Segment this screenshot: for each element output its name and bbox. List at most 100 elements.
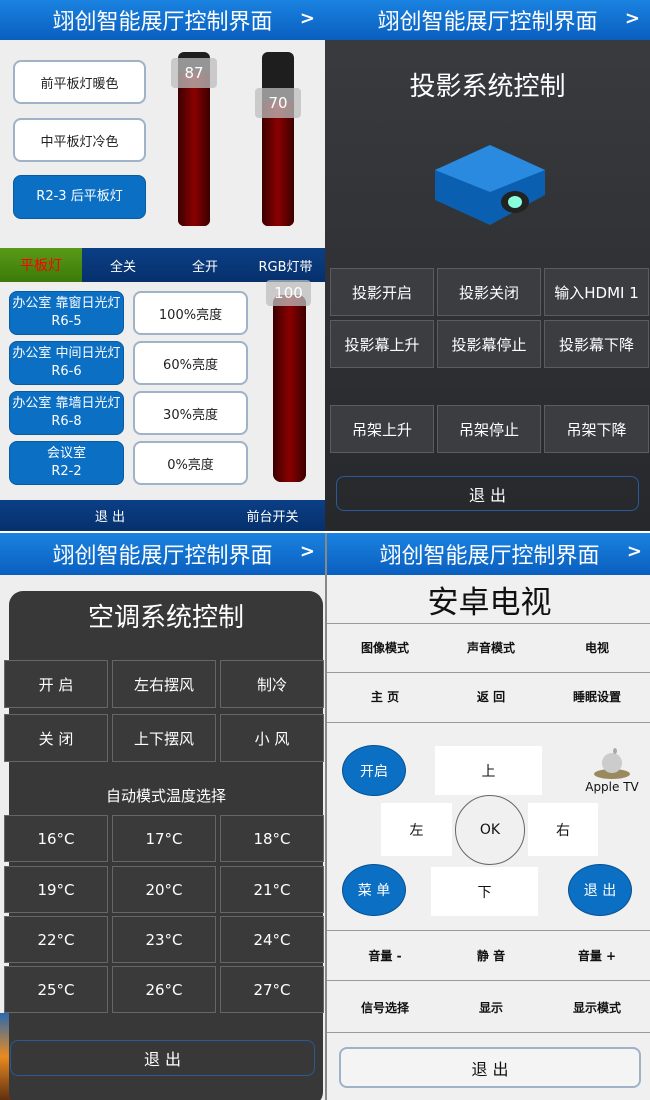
divider	[327, 623, 650, 624]
front-desk-switch-button[interactable]: 前台开关	[230, 500, 315, 531]
header: 翊创智能展厅控制界面 >	[0, 0, 325, 40]
temp-button[interactable]: 25°C	[4, 966, 108, 1013]
projector-button[interactable]: 投影开启	[330, 268, 434, 316]
light-row-button[interactable]: 办公室 靠墙日光灯 R6-8	[9, 391, 124, 435]
chevron-right-icon[interactable]: >	[627, 541, 642, 562]
slider-2-thumb[interactable]: 70	[255, 88, 301, 118]
temp-button[interactable]: 27°C	[220, 966, 324, 1013]
middle-panel-cool-button[interactable]: 中平板灯冷色	[13, 118, 146, 162]
tab-panel-light[interactable]: 平板灯	[0, 248, 82, 282]
tv-button[interactable]: 电视	[543, 627, 650, 667]
temp-button[interactable]: 21°C	[220, 866, 324, 913]
temp-button[interactable]: 23°C	[112, 916, 216, 963]
rear-panel-button[interactable]: R2-3 后平板灯	[13, 175, 146, 219]
ok-button[interactable]: OK	[455, 795, 525, 865]
divider	[327, 930, 650, 931]
temp-button[interactable]: 19°C	[4, 866, 108, 913]
front-panel-warm-button[interactable]: 前平板灯暖色	[13, 60, 146, 104]
temp-button[interactable]: 22°C	[4, 916, 108, 963]
tab-all-on[interactable]: 全开	[164, 248, 246, 282]
apple-tv-icon	[594, 748, 630, 779]
header-title: 翊创智能展厅控制界面	[52, 544, 273, 569]
down-button[interactable]: 下	[431, 867, 538, 916]
chevron-right-icon[interactable]: >	[300, 8, 315, 29]
ac-button[interactable]: 制冷	[220, 660, 324, 708]
light-row-button[interactable]: 办公室 靠窗日光灯 R6-5	[9, 291, 124, 335]
slider-1-thumb[interactable]: 87	[171, 58, 217, 88]
tv-button[interactable]: 声音模式	[437, 627, 545, 667]
tv-panel: 翊创智能展厅控制界面 > 安卓电视 图像模式 声音模式 电视 主 页 返 回 睡眠…	[325, 533, 650, 1100]
light-code: R6-5	[51, 314, 82, 329]
power-button[interactable]: 开启	[342, 745, 406, 796]
tv-button[interactable]: 睡眠设置	[543, 676, 650, 716]
light-row-button[interactable]: 办公室 中间日光灯 R6-6	[9, 341, 124, 385]
projector-button[interactable]: 吊架下降	[544, 405, 649, 453]
projector-button[interactable]: 投影幕停止	[437, 320, 541, 368]
temp-button[interactable]: 18°C	[220, 815, 324, 862]
brightness-button[interactable]: 0%亮度	[133, 441, 248, 485]
ac-button[interactable]: 关 闭	[4, 714, 108, 762]
ac-button[interactable]: 开 启	[4, 660, 108, 708]
divider	[327, 980, 650, 981]
tv-button[interactable]: 音量 +	[543, 935, 650, 975]
temp-button[interactable]: 17°C	[112, 815, 216, 862]
tab-rgb-strip[interactable]: RGB灯带	[246, 248, 325, 282]
light-row-button[interactable]: 会议室 R2-2	[9, 441, 124, 485]
ac-button[interactable]: 左右摆风	[112, 660, 216, 708]
light-name: 会议室	[46, 446, 86, 461]
temp-button[interactable]: 24°C	[220, 916, 324, 963]
projector-button[interactable]: 吊架停止	[437, 405, 541, 453]
light-name: 办公室 靠窗日光灯	[12, 296, 121, 311]
tv-button[interactable]: 信号选择	[331, 987, 439, 1027]
tv-button[interactable]: 显示	[437, 987, 545, 1027]
temp-button[interactable]: 26°C	[112, 966, 216, 1013]
chevron-right-icon[interactable]: >	[625, 8, 640, 29]
exit-button[interactable]: 退 出	[10, 1040, 315, 1076]
header-title: 翊创智能展厅控制界面	[379, 544, 600, 569]
menu-button[interactable]: 菜 单	[342, 864, 406, 916]
header: 翊创智能展厅控制界面 >	[0, 533, 325, 575]
temp-button[interactable]: 16°C	[4, 815, 108, 862]
divider	[327, 672, 650, 673]
light-name: 办公室 中间日光灯	[12, 346, 121, 361]
exit-button[interactable]: 退 出	[60, 500, 160, 531]
tv-button[interactable]: 主 页	[331, 676, 439, 716]
tv-button[interactable]: 静 音	[437, 935, 545, 975]
tv-button[interactable]: 显示模式	[543, 987, 650, 1027]
right-button[interactable]: 右	[528, 803, 598, 856]
chevron-right-icon[interactable]: >	[300, 541, 315, 562]
projector-button[interactable]: 输入HDMI 1	[544, 268, 649, 316]
ac-button[interactable]: 上下摆风	[112, 714, 216, 762]
rgb-slider-thumb[interactable]: 100	[266, 280, 311, 306]
slider-fill	[273, 295, 306, 482]
projector-button[interactable]: 投影幕下降	[544, 320, 649, 368]
rgb-slider[interactable]	[273, 295, 306, 482]
tv-title: 安卓电视	[427, 584, 552, 621]
left-button[interactable]: 左	[381, 803, 452, 856]
tv-button[interactable]: 图像模式	[331, 627, 439, 667]
up-button[interactable]: 上	[435, 746, 542, 795]
tv-button[interactable]: 返 回	[437, 676, 545, 716]
projector-button[interactable]: 投影关闭	[437, 268, 541, 316]
brightness-button[interactable]: 100%亮度	[133, 291, 248, 335]
tab-all-off[interactable]: 全关	[82, 248, 164, 282]
ac-title: 空调系统控制	[87, 602, 244, 633]
temp-button[interactable]: 20°C	[112, 866, 216, 913]
apple-tv-button[interactable]: Apple TV	[579, 743, 645, 799]
exit-button[interactable]: 退 出	[339, 1047, 641, 1088]
exit-button[interactable]: 退 出	[336, 476, 639, 511]
remote-exit-button[interactable]: 退 出	[568, 864, 632, 916]
light-code: R2-2	[51, 464, 82, 479]
header-title: 翊创智能展厅控制界面	[52, 10, 273, 35]
header-title: 翊创智能展厅控制界面	[377, 10, 598, 35]
light-name: 办公室 靠墙日光灯	[12, 396, 121, 411]
projector-title: 投影系统控制	[409, 71, 566, 102]
divider	[327, 1032, 650, 1033]
slider-2[interactable]	[262, 52, 294, 226]
projector-button[interactable]: 吊架上升	[330, 405, 434, 453]
ac-button[interactable]: 小 风	[220, 714, 324, 762]
tv-button[interactable]: 音量 -	[331, 935, 439, 975]
brightness-button[interactable]: 60%亮度	[133, 341, 248, 385]
brightness-button[interactable]: 30%亮度	[133, 391, 248, 435]
projector-button[interactable]: 投影幕上升	[330, 320, 434, 368]
